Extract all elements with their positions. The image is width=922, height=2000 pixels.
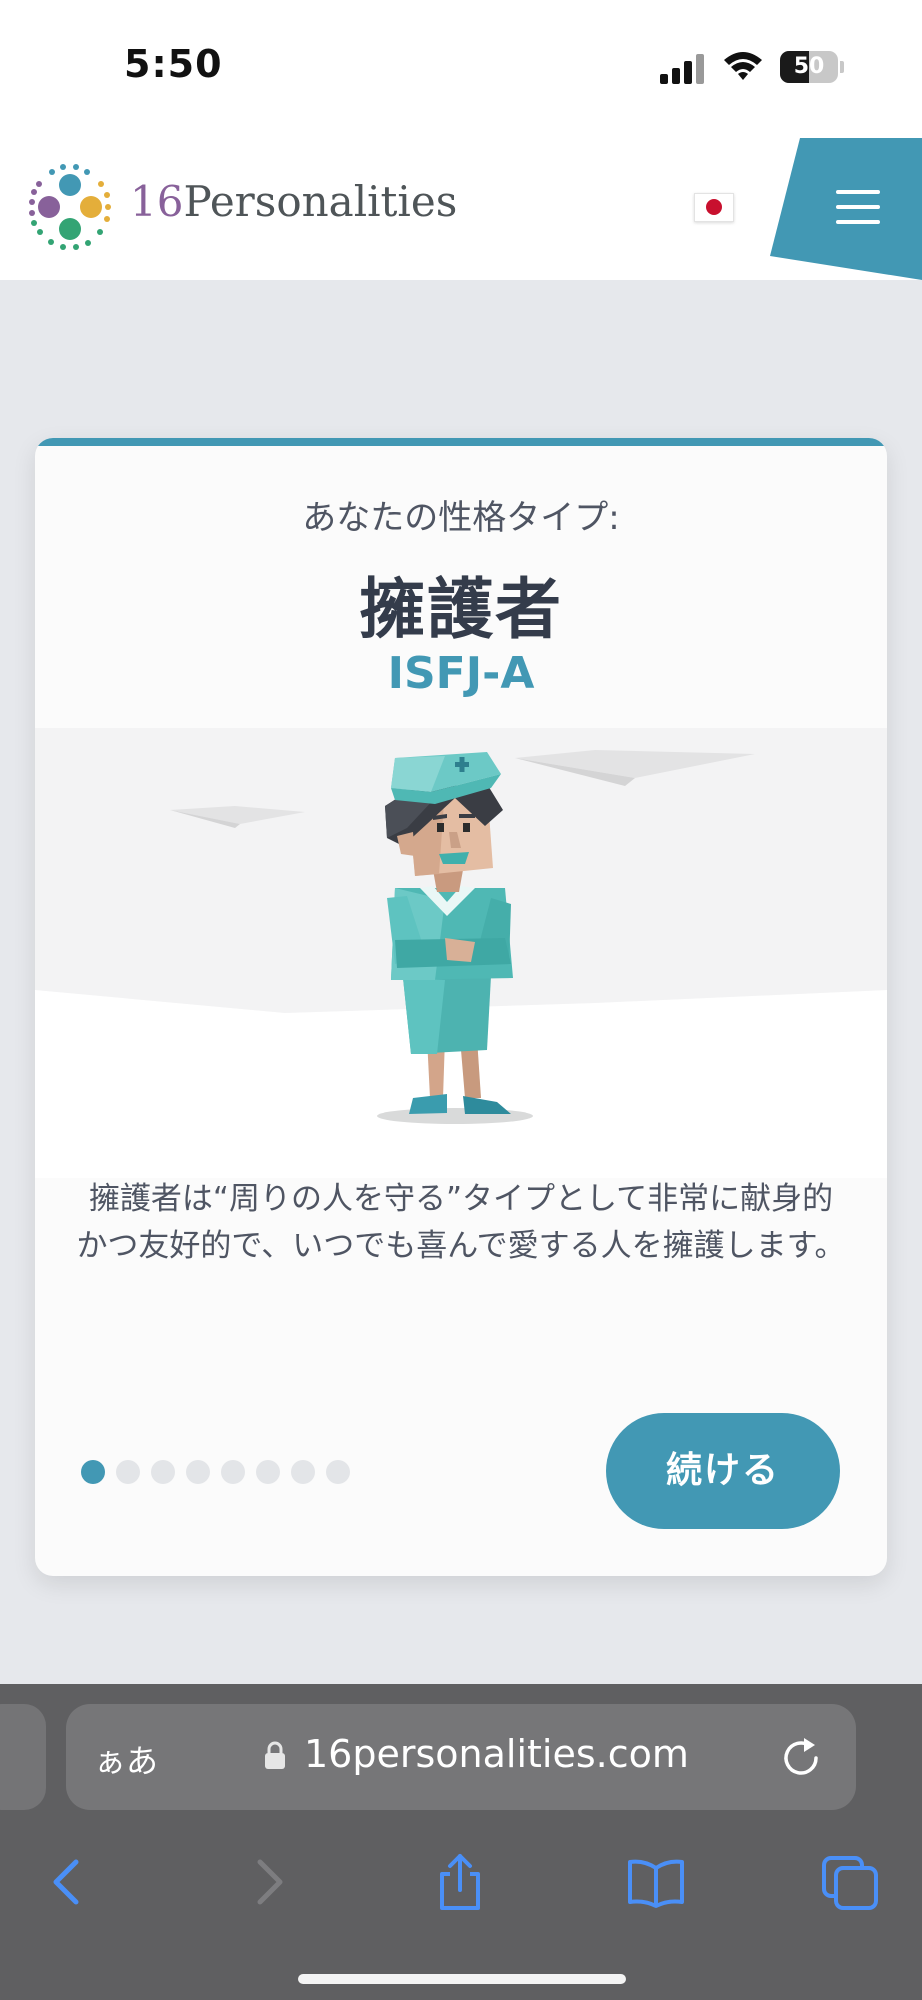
logo-icon[interactable] xyxy=(26,162,114,252)
type-description: 擁護者は“周りの人を守る”タイプとして非常に献身的かつ友好的で、いつでも喜んで愛… xyxy=(76,1181,846,1264)
wifi-icon xyxy=(724,52,762,80)
pager-dot[interactable] xyxy=(151,1460,175,1484)
battery-level: 50 xyxy=(793,54,825,79)
cellular-signal-icon xyxy=(660,54,706,84)
status-time: 5:50 xyxy=(124,42,223,86)
status-bar: 5:50 50 xyxy=(0,0,922,130)
personality-type-code: ISFJ-A xyxy=(387,648,535,699)
pager-dot[interactable] xyxy=(291,1460,315,1484)
defender-character-illustration xyxy=(35,728,887,1178)
back-icon[interactable] xyxy=(38,1852,98,1912)
url-text[interactable]: 16personalities.com xyxy=(304,1732,689,1776)
pager-dot[interactable] xyxy=(326,1460,350,1484)
forward-icon xyxy=(257,1859,283,1905)
pager-dot[interactable] xyxy=(81,1460,105,1484)
bookmarks-icon[interactable] xyxy=(626,1852,686,1912)
japan-flag-icon[interactable] xyxy=(694,193,734,222)
continue-button[interactable]: 続ける xyxy=(606,1413,840,1529)
previous-tab-peek[interactable] xyxy=(0,1704,46,1810)
card-accent-bar xyxy=(35,438,887,446)
browser-toolbar xyxy=(0,1834,922,1934)
page-settings-button[interactable]: ぁあ xyxy=(94,1736,158,1782)
card-intro: あなたの性格タイプ: xyxy=(302,498,620,538)
pager-dot[interactable] xyxy=(256,1460,280,1484)
hamburger-menu-icon[interactable] xyxy=(836,190,880,224)
browser-bar: ぁあ 16personalities.com xyxy=(0,1684,922,2000)
tabs-icon[interactable] xyxy=(820,1852,880,1912)
home-indicator xyxy=(298,1974,626,1984)
lock-icon xyxy=(265,1741,285,1769)
reload-icon[interactable] xyxy=(782,1736,822,1778)
logo-text[interactable]: 16Personalities xyxy=(130,177,457,226)
address-bar[interactable]: ぁあ 16personalities.com xyxy=(66,1704,856,1810)
battery-icon: 50 xyxy=(780,51,844,83)
share-icon[interactable] xyxy=(430,1852,490,1912)
pager-dot[interactable] xyxy=(186,1460,210,1484)
result-card: あなたの性格タイプ: 擁護者 ISFJ-A 擁護者は“周りの人を守る”タイプとし… xyxy=(35,438,887,1576)
site-header: 16Personalities xyxy=(0,130,922,280)
pager-dot[interactable] xyxy=(221,1460,245,1484)
personality-type-name: 擁護者 xyxy=(359,571,563,648)
pager-dot[interactable] xyxy=(116,1460,140,1484)
